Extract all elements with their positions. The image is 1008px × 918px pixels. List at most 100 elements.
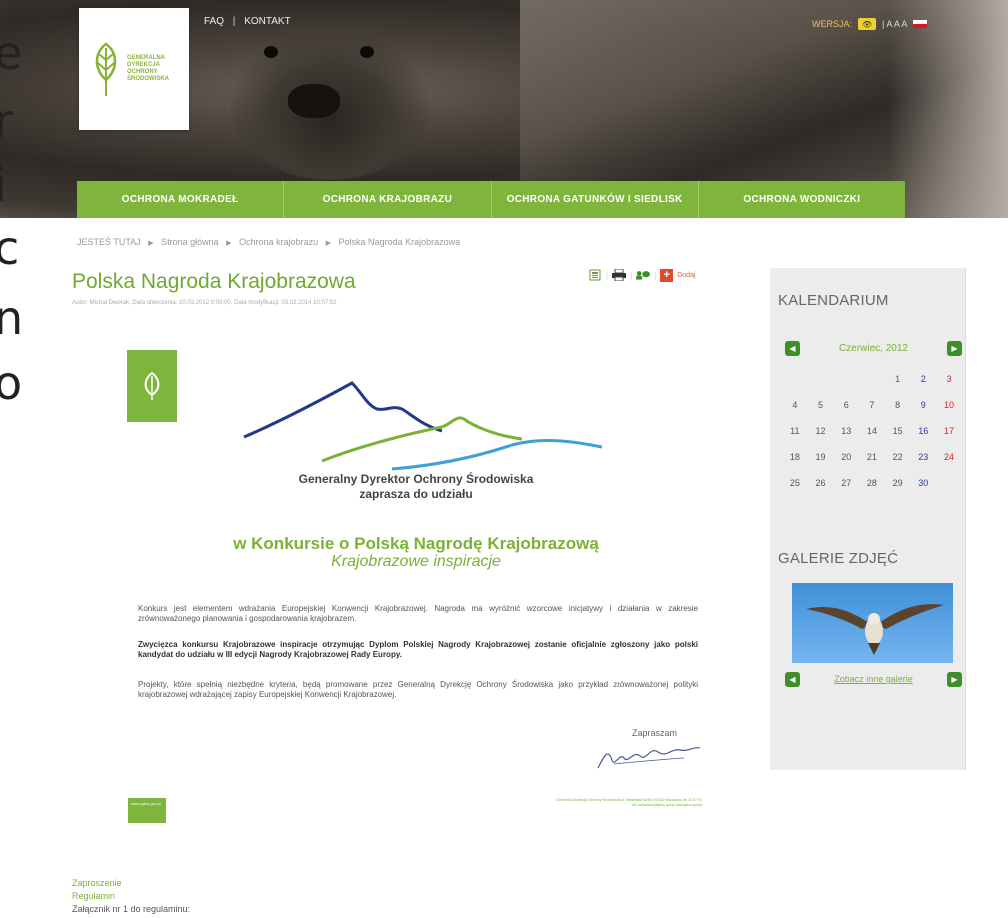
calendar-day[interactable]: 26 <box>808 478 834 488</box>
breadcrumb-current[interactable]: Polska Nagroda Krajobrazowa <box>339 237 461 247</box>
calendar-week: 18 19 20 21 22 23 24 <box>782 444 962 470</box>
calendar-day[interactable]: 14 <box>859 426 885 436</box>
gallery-link[interactable]: Zobacz inne galerie <box>834 674 913 684</box>
share-icon[interactable] <box>636 268 651 282</box>
version-switcher: WERSJA: 👁 | A A A <box>812 18 928 30</box>
print-icon[interactable] <box>612 268 627 282</box>
gdos-logo[interactable]: GENERALNA DYREKCJA OCHRONY ŚRODOWISKA <box>79 8 189 130</box>
mountains-graphic <box>243 381 602 471</box>
banner-rock <box>888 0 1008 218</box>
top-links-separator: | <box>232 16 236 27</box>
calendar-day[interactable]: 2 <box>910 374 936 384</box>
contact-link[interactable]: KONTAKT <box>244 16 290 27</box>
nav-item-wetlands[interactable]: OCHRONA MOKRADEŁ <box>77 181 285 218</box>
add-icon[interactable]: + <box>660 268 674 282</box>
calendar-day[interactable]: 8 <box>885 400 911 410</box>
arrow-left-icon[interactable]: ◀ <box>785 671 800 687</box>
calendar-day[interactable]: 24 <box>936 452 962 462</box>
calendar-day[interactable]: 22 <box>885 452 911 462</box>
calendar-nav: ◀ Czerwiec, 2012 ▶ <box>785 340 962 356</box>
font-size-controls[interactable]: | A A A <box>882 19 907 29</box>
left-clip-char: c <box>0 221 20 275</box>
attachment-annex-label: Załącznik nr 1 do regulaminu: <box>72 904 191 914</box>
add-label[interactable]: Dodaj <box>677 272 695 279</box>
calendar-week: 25 26 27 28 29 30 <box>782 470 962 496</box>
arrow-right-icon: ▶ <box>148 240 154 247</box>
version-label: WERSJA: <box>812 19 853 29</box>
sidebar: KALENDARIUM ◀ Czerwiec, 2012 ▶ 1 2 3 4 5… <box>770 268 966 770</box>
calendar-day[interactable]: 5 <box>808 400 834 410</box>
calendar-day[interactable]: 30 <box>910 478 936 488</box>
faq-link[interactable]: FAQ <box>204 16 224 27</box>
gallery-nav: ◀ Zobacz inne galerie ▶ <box>785 671 962 687</box>
left-clip-char: i <box>0 158 7 212</box>
arrow-left-icon[interactable]: ◀ <box>785 340 800 356</box>
invitation-footer-address: Generalna Dyrekcja Ochrony Środowiska ul… <box>556 798 702 807</box>
eagle-photo <box>806 604 944 655</box>
calendar-day[interactable]: 27 <box>833 478 859 488</box>
logo-text: GENERALNA DYREKCJA OCHRONY ŚRODOWISKA <box>127 55 169 82</box>
attachment-invitation-link[interactable]: Zaproszenie <box>72 877 190 890</box>
attachment-rules-link[interactable]: Regulamin <box>72 890 190 903</box>
calendar-day[interactable]: 19 <box>808 452 834 462</box>
calendar-day[interactable]: 23 <box>910 452 936 462</box>
flag-icon[interactable] <box>913 20 928 28</box>
calendar-day[interactable]: 18 <box>782 452 808 462</box>
breadcrumb-home[interactable]: Strona główna <box>161 237 219 247</box>
calendar-week: 4 5 6 7 8 9 10 <box>782 392 962 418</box>
calendar-day[interactable]: 20 <box>833 452 859 462</box>
invitation-card: Generalny Dyrektor Ochrony Środowiska za… <box>72 320 760 848</box>
calendar-day[interactable]: 25 <box>782 478 808 488</box>
calendar-day[interactable]: 21 <box>859 452 885 462</box>
calendar-day[interactable]: 28 <box>859 478 885 488</box>
calendar-day[interactable]: 7 <box>859 400 885 410</box>
main-nav: OCHRONA MOKRADEŁ OCHRONA KRAJOBRAZU OCHR… <box>77 181 905 218</box>
calendar-grid: 1 2 3 4 5 6 7 8 9 10 11 12 13 14 15 16 1… <box>782 366 962 496</box>
page-title: Polska Nagroda Krajobrazowa <box>72 270 356 293</box>
pdf-icon[interactable] <box>588 268 602 282</box>
arrow-right-icon: ▶ <box>226 240 232 247</box>
calendar-title: KALENDARIUM <box>778 292 889 309</box>
invitation-paragraph: Projekty, które spełnią niezbędne kryter… <box>138 680 698 699</box>
calendar-day[interactable]: 9 <box>910 400 936 410</box>
invitation-heading: Generalny Dyrektor Ochrony Środowiska za… <box>298 472 534 501</box>
calendar-day[interactable]: 11 <box>782 426 808 436</box>
invitation-paragraph: Konkurs jest elementem wdrażania Europej… <box>138 604 698 623</box>
otter-nose <box>288 84 340 118</box>
left-clip-char: r <box>0 94 13 148</box>
calendar-day[interactable]: 29 <box>885 478 911 488</box>
calendar-day[interactable]: 4 <box>782 400 808 410</box>
invitation-title: w Konkursie o Polską Nagrodę Krajobrazow… <box>233 534 599 553</box>
arrow-right-icon[interactable]: ▶ <box>946 340 962 356</box>
arrow-right-icon[interactable]: ▶ <box>947 671 962 687</box>
calendar-day[interactable]: 13 <box>833 426 859 436</box>
calendar-day[interactable]: 12 <box>808 426 834 436</box>
tool-separator: | <box>654 270 657 280</box>
logo-leaf-icon <box>144 371 160 400</box>
breadcrumb-landscape[interactable]: Ochrona krajobrazu <box>239 237 318 247</box>
calendar-week: 1 2 3 <box>782 366 962 392</box>
invitation-paragraph: Zwycięzca konkursu Krajobrazowe inspirac… <box>138 640 698 659</box>
invitation-closing: Zapraszam <box>632 728 678 738</box>
calendar-day[interactable]: 17 <box>936 426 962 436</box>
calendar-month: Czerwiec, 2012 <box>839 342 908 354</box>
gallery-image[interactable] <box>792 583 953 663</box>
signature-icon <box>597 746 701 769</box>
eye-icon[interactable]: 👁 <box>858 18 877 30</box>
tool-separator: | <box>630 270 633 280</box>
nav-item-landscape[interactable]: OCHRONA KRAJOBRAZU <box>284 181 492 218</box>
left-clip-char: o <box>0 356 23 410</box>
top-links: FAQ | KONTAKT <box>204 16 291 27</box>
otter-eye <box>264 46 278 58</box>
left-clipped-text: e r i c n o <box>0 20 30 420</box>
calendar-day[interactable]: 10 <box>936 400 962 410</box>
calendar-day[interactable]: 15 <box>885 426 911 436</box>
breadcrumb-label: JESTEŚ TUTAJ <box>77 237 141 247</box>
gallery-title: GALERIE ZDJĘĆ <box>778 550 899 567</box>
calendar-day[interactable]: 6 <box>833 400 859 410</box>
calendar-day[interactable]: 3 <box>936 374 962 384</box>
nav-item-warbler[interactable]: OCHRONA WODNICZKI <box>699 181 905 218</box>
calendar-day[interactable]: 1 <box>885 374 911 384</box>
nav-item-species[interactable]: OCHRONA GATUNKÓW I SIEDLISK <box>492 181 699 218</box>
calendar-day[interactable]: 16 <box>910 426 936 436</box>
